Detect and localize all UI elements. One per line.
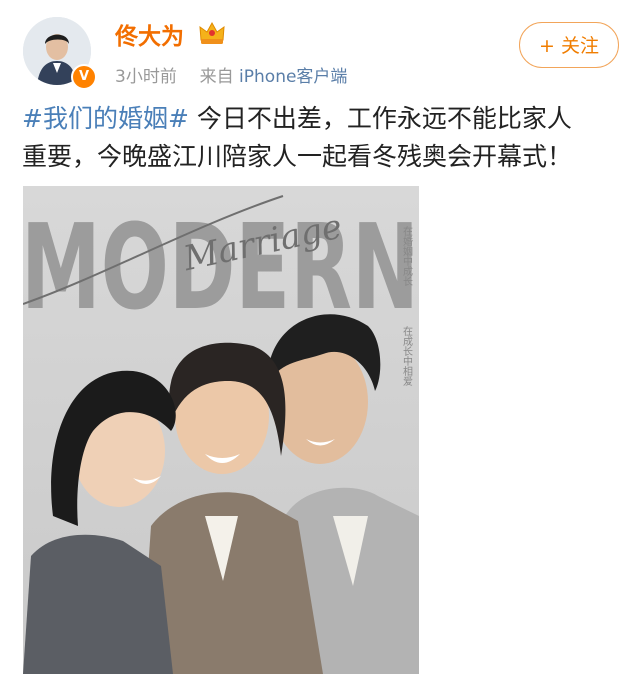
source-prefix: 来自 — [199, 67, 234, 87]
post-text: #我们的婚姻# 今日不出差，工作永远不能比家人 重要，今晚盛江川陪家人一起看冬残… — [22, 100, 622, 176]
post-meta: 3小时前 来自 iPhone客户端 — [115, 62, 347, 87]
verified-v-icon: V — [71, 64, 97, 90]
post-body-line1: 今日不出差，工作永远不能比家人 — [196, 104, 572, 133]
username[interactable]: 佟大为 — [115, 17, 184, 51]
follow-button[interactable]: + 关注 — [519, 22, 619, 68]
poster-side-text-2: 在成长中相爱 — [401, 326, 413, 386]
poster-side-text-1: 在婚姻中成长 — [401, 226, 413, 286]
post-source[interactable]: iPhone客户端 — [239, 67, 347, 87]
post-image[interactable]: MODERN Marriage 在婚姻中成长 在成长中相爱 — [23, 186, 419, 674]
post-time: 3小时前 — [115, 67, 177, 87]
hashtag-link[interactable]: #我们的婚姻# — [22, 104, 189, 133]
family-poster-image: MODERN Marriage 在婚姻中成长 在成长中相爱 — [23, 186, 419, 674]
crown-vip-icon — [199, 21, 225, 44]
post-body-line2: 重要，今晚盛江川陪家人一起看冬残奥会开幕式！ — [22, 142, 573, 171]
